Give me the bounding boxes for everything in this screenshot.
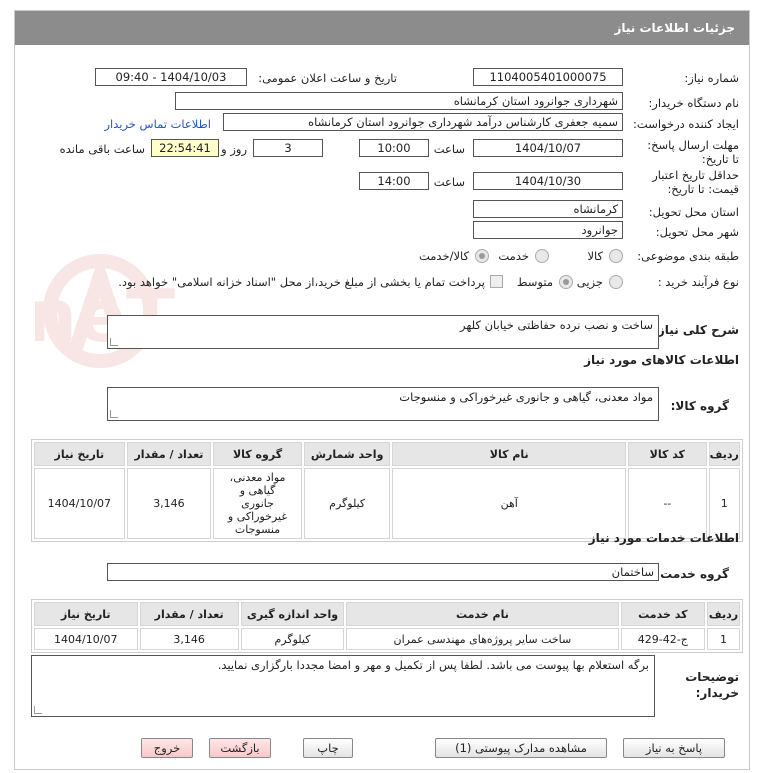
goods-group-label: گروه کالا: bbox=[670, 399, 729, 413]
back-button[interactable]: بازگشت bbox=[209, 738, 271, 758]
category-service-label: خدمت bbox=[498, 249, 529, 263]
service-group-field: ساختمان bbox=[107, 563, 659, 581]
services-col-unit: واحد اندازه گیری bbox=[240, 602, 345, 626]
category-goods-radio[interactable] bbox=[609, 249, 623, 263]
process-minor-radio[interactable] bbox=[609, 275, 623, 289]
remaining-label: ساعت باقی مانده bbox=[59, 142, 145, 156]
resize-grip-icon[interactable] bbox=[110, 410, 118, 418]
need-number-label: شماره نیاز: bbox=[684, 71, 739, 85]
goods-col-date: تاریخ نیاز bbox=[34, 442, 125, 466]
goods-cell-qty: 3,146 bbox=[126, 468, 212, 539]
goods-col-unit: واحد شمارش bbox=[303, 442, 391, 466]
category-service-radio[interactable] bbox=[535, 249, 549, 263]
announce-field: 1404/10/03 - 09:40 bbox=[95, 68, 247, 86]
goods-section-title: اطلاعات کالاهای مورد نیاز bbox=[584, 353, 739, 367]
summary-field: ساخت و نصب نرده حفاظتی خیابان کلهر bbox=[107, 315, 659, 349]
goods-cell-group: مواد معدنی، گیاهی و جانوری غیرخوراکی و م… bbox=[213, 468, 302, 539]
need-number-field: 1104005401000075 bbox=[473, 68, 623, 86]
process-label: نوع فرآیند خرید : bbox=[657, 275, 739, 289]
validity-date-field: 1404/10/30 bbox=[473, 172, 623, 190]
city-label: شهر محل تحویل: bbox=[655, 225, 739, 239]
days-field: 3 bbox=[253, 139, 323, 157]
services-cell-unit: کیلوگرم bbox=[240, 628, 345, 650]
goods-cell-idx: 1 bbox=[708, 468, 740, 539]
process-medium-radio[interactable] bbox=[559, 275, 573, 289]
category-both-label: کالا/خدمت bbox=[418, 249, 469, 263]
services-table-header: ردیف کد خدمت نام خدمت واحد اندازه گیری ت… bbox=[34, 602, 740, 626]
attachments-button[interactable]: مشاهده مدارک پیوستی (1) bbox=[435, 738, 607, 758]
payment-note: پرداخت تمام یا بخشی از مبلغ خرید،از محل … bbox=[118, 275, 485, 289]
city-field: جوانرود bbox=[473, 221, 623, 239]
summary-label: شرح کلی نیاز: bbox=[653, 323, 739, 337]
category-label: طبقه بندی موضوعی: bbox=[637, 249, 739, 263]
days-label: روز و bbox=[221, 142, 247, 156]
summary-text: ساخت و نصب نرده حفاظتی خیابان کلهر bbox=[460, 318, 653, 332]
services-col-qty: تعداد / مقدار bbox=[139, 602, 239, 626]
panel-header: جزئیات اطلاعات نیاز bbox=[15, 11, 749, 45]
goods-group-text: مواد معدنی، گیاهی و جانوری غیرخوراکی و م… bbox=[399, 390, 653, 404]
process-medium-label: متوسط bbox=[516, 275, 553, 289]
resize-grip-icon[interactable] bbox=[110, 338, 118, 346]
goods-table: ردیف کد کالا نام کالا واحد شمارش گروه کا… bbox=[31, 439, 743, 542]
goods-col-group: گروه کالا bbox=[213, 442, 302, 466]
service-group-label: گروه خدمت: bbox=[655, 567, 729, 581]
remaining-time-field: 22:54:41 bbox=[151, 139, 219, 157]
deadline-label: مهلت ارسال پاسخ: تا تاریخ: bbox=[647, 138, 739, 166]
goods-table-header: ردیف کد کالا نام کالا واحد شمارش گروه کا… bbox=[34, 442, 740, 466]
buyer-notes-field: برگه استعلام بها پیوست می باشد. لطفا پس … bbox=[31, 655, 655, 717]
validity-time-label: ساعت bbox=[433, 175, 465, 189]
services-col-date: تاریخ نیاز bbox=[34, 602, 138, 626]
deadline-time-label: ساعت bbox=[433, 142, 465, 156]
services-col-name: نام خدمت bbox=[346, 602, 619, 626]
goods-col-qty: تعداد / مقدار bbox=[126, 442, 212, 466]
goods-cell-unit: کیلوگرم bbox=[303, 468, 391, 539]
buyer-contact-link[interactable]: اطلاعات تماس خریدار bbox=[104, 117, 211, 131]
services-col-code: کد خدمت bbox=[620, 602, 706, 626]
table-row[interactable]: 1 -- آهن کیلوگرم مواد معدنی، گیاهی و جان… bbox=[34, 468, 740, 539]
buyer-org-label: نام دستگاه خریدار: bbox=[648, 96, 739, 110]
services-cell-idx: 1 bbox=[707, 628, 740, 650]
services-cell-name: ساخت سایر پروژه‌های مهندسی عمران bbox=[346, 628, 619, 650]
announce-label: تاریخ و ساعت اعلان عمومی: bbox=[258, 71, 397, 85]
validity-label: حداقل تاریخ اعتبار قیمت: تا تاریخ: bbox=[652, 168, 739, 196]
reply-button[interactable]: پاسخ به نیاز bbox=[623, 738, 725, 758]
resize-grip-icon[interactable] bbox=[34, 706, 42, 714]
details-panel: جزئیات اطلاعات نیاز AriaTender.neT شماره… bbox=[14, 10, 750, 770]
print-button[interactable]: چاپ bbox=[303, 738, 353, 758]
goods-group-field: مواد معدنی، گیاهی و جانوری غیرخوراکی و م… bbox=[107, 387, 659, 421]
goods-cell-code: -- bbox=[628, 468, 707, 539]
services-cell-date: 1404/10/07 bbox=[34, 628, 138, 650]
goods-col-name: نام کالا bbox=[392, 442, 627, 466]
services-col-idx: ردیف bbox=[707, 602, 740, 626]
goods-col-code: کد کالا bbox=[628, 442, 707, 466]
deadline-date-field: 1404/10/07 bbox=[473, 139, 623, 157]
buyer-org-field: شهرداری جوانرود استان کرمانشاه bbox=[175, 92, 623, 110]
validity-time-field: 14:00 bbox=[359, 172, 429, 190]
services-cell-code: ج-42-429 bbox=[620, 628, 706, 650]
goods-cell-name: آهن bbox=[392, 468, 627, 539]
services-table: ردیف کد خدمت نام خدمت واحد اندازه گیری ت… bbox=[31, 599, 743, 653]
creator-field: سمیه جعفری کارشناس درآمد شهرداری جوانرود… bbox=[223, 113, 623, 131]
buyer-notes-label: توضیحات خریدار: bbox=[685, 670, 739, 700]
treasury-checkbox[interactable] bbox=[490, 275, 503, 288]
process-minor-label: جزیی bbox=[576, 275, 603, 289]
deadline-time-field: 10:00 bbox=[359, 139, 429, 157]
goods-col-idx: ردیف bbox=[708, 442, 740, 466]
province-label: استان محل تحویل: bbox=[648, 205, 739, 219]
buyer-notes-text: برگه استعلام بها پیوست می باشد. لطفا پس … bbox=[217, 658, 649, 672]
services-section-title: اطلاعات خدمات مورد نیاز bbox=[588, 531, 739, 545]
table-row[interactable]: 1 ج-42-429 ساخت سایر پروژه‌های مهندسی عم… bbox=[34, 628, 740, 650]
exit-button[interactable]: خروج bbox=[141, 738, 193, 758]
goods-cell-date: 1404/10/07 bbox=[34, 468, 125, 539]
creator-label: ایجاد کننده درخواست: bbox=[633, 117, 739, 131]
category-both-radio[interactable] bbox=[475, 249, 489, 263]
category-goods-label: کالا bbox=[587, 249, 603, 263]
province-field: کرمانشاه bbox=[473, 200, 623, 218]
services-cell-qty: 3,146 bbox=[139, 628, 239, 650]
